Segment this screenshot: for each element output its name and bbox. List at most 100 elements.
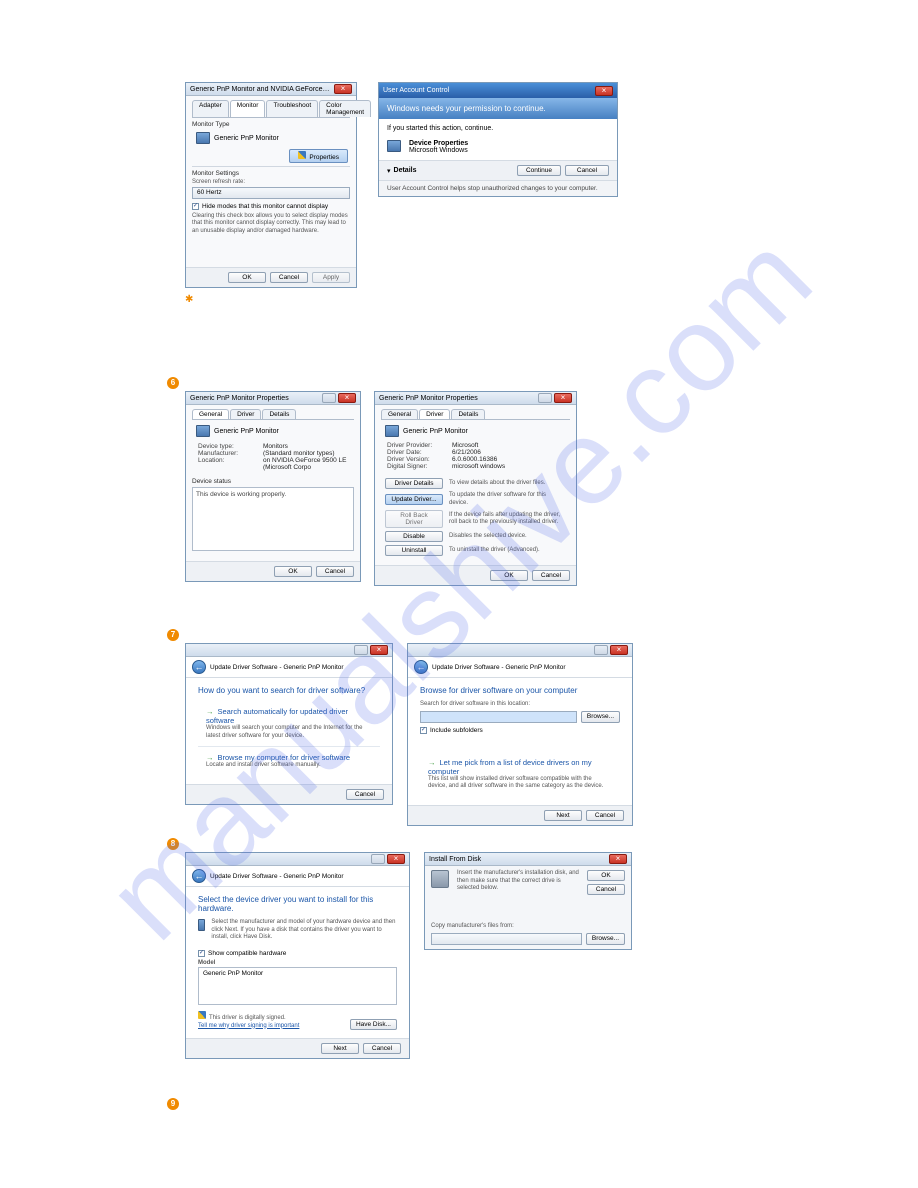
tab-monitor[interactable]: Monitor <box>230 100 266 117</box>
uninstall-button[interactable]: Uninstall <box>385 545 443 556</box>
cancel-button[interactable]: Cancel <box>270 272 308 283</box>
driver-provider-label: Driver Provider: <box>387 442 442 449</box>
titlebar: Generic PnP Monitor Properties × <box>375 392 576 405</box>
breadcrumb: Update Driver Software - Generic PnP Mon… <box>210 664 344 671</box>
cancel-button[interactable]: Cancel <box>316 566 354 577</box>
ok-button[interactable]: OK <box>274 566 312 577</box>
device-status-label: Device status <box>192 478 354 485</box>
tab-adapter[interactable]: Adapter <box>192 100 229 117</box>
min-icon[interactable] <box>371 854 385 864</box>
back-icon[interactable]: ← <box>192 660 206 674</box>
tabstrip: Adapter Monitor Troubleshoot Color Manag… <box>192 100 350 118</box>
ok-button[interactable]: OK <box>228 272 266 283</box>
include-subfolders-checkbox[interactable]: ✓ <box>420 727 427 734</box>
option-heading: Let me pick from a list of device driver… <box>428 758 612 776</box>
option-search-auto[interactable]: Search automatically for updated driver … <box>198 701 380 747</box>
browse-button[interactable]: Browse... <box>581 711 620 723</box>
details-link[interactable]: Details <box>394 167 417 174</box>
tab-color[interactable]: Color Management <box>319 100 371 117</box>
location-combo[interactable] <box>420 711 577 723</box>
close-icon[interactable]: × <box>610 645 628 655</box>
continue-button[interactable]: Continue <box>517 165 561 176</box>
option-desc: This list will show installed driver sof… <box>428 776 612 791</box>
help-icon[interactable] <box>322 393 336 403</box>
chevron-down-icon[interactable]: ▾ <box>387 167 391 175</box>
title-text: Generic PnP Monitor Properties <box>190 395 289 402</box>
next-button[interactable]: Next <box>321 1043 359 1054</box>
option-desc: Windows will search your computer and th… <box>206 725 372 740</box>
cancel-button[interactable]: Cancel <box>346 789 384 800</box>
ok-button[interactable]: OK <box>587 870 625 881</box>
uninstall-desc: To uninstall the driver (Advanced). <box>449 547 540 555</box>
location-value: on NVIDIA GeForce 9500 LE (Microsoft Cor… <box>263 457 348 471</box>
titlebar: × <box>186 644 392 657</box>
close-icon[interactable]: × <box>554 393 572 403</box>
show-compatible-label: Show compatible hardware <box>208 950 286 957</box>
min-icon[interactable] <box>594 645 608 655</box>
option-browse[interactable]: Browse my computer for driver software L… <box>198 747 380 776</box>
wizard-question: How do you want to search for driver sof… <box>198 686 380 695</box>
tab-details[interactable]: Details <box>451 409 485 419</box>
cancel-button[interactable]: Cancel <box>532 570 570 581</box>
close-icon[interactable]: × <box>387 854 405 864</box>
tab-driver[interactable]: Driver <box>419 409 450 419</box>
copy-from-label: Copy manufacturer's files from: <box>431 923 625 931</box>
signing-link[interactable]: Tell me why driver signing is important <box>198 1023 299 1031</box>
model-item[interactable]: Generic PnP Monitor <box>203 970 263 977</box>
cancel-button[interactable]: Cancel <box>363 1043 401 1054</box>
close-icon[interactable]: × <box>334 84 352 94</box>
back-icon[interactable]: ← <box>192 869 206 883</box>
tab-driver[interactable]: Driver <box>230 409 261 419</box>
location-label: Search for driver software in this locat… <box>420 701 620 709</box>
titlebar: × <box>186 853 409 866</box>
rollback-driver-button[interactable]: Roll Back Driver <box>385 510 443 528</box>
app-icon <box>387 140 401 152</box>
properties-button[interactable]: Properties <box>289 149 348 163</box>
shield-icon <box>298 151 306 159</box>
have-disk-button[interactable]: Have Disk... <box>350 1019 397 1030</box>
tab-general[interactable]: General <box>381 409 418 419</box>
cancel-button[interactable]: Cancel <box>587 884 625 895</box>
next-button[interactable]: Next <box>544 810 582 821</box>
device-type-value: Monitors <box>263 443 288 450</box>
manufacturer-value: (Standard monitor types) <box>263 450 335 457</box>
update-driver-desc: To update the driver software for this d… <box>449 492 566 507</box>
ok-button[interactable]: OK <box>490 570 528 581</box>
tab-details[interactable]: Details <box>262 409 296 419</box>
show-compatible-checkbox[interactable]: ✓ <box>198 950 205 957</box>
disable-button[interactable]: Disable <box>385 531 443 542</box>
close-icon[interactable]: × <box>370 645 388 655</box>
cancel-button[interactable]: Cancel <box>586 810 624 821</box>
cancel-button[interactable]: Cancel <box>565 165 609 176</box>
model-list[interactable]: Generic PnP Monitor <box>198 967 397 1005</box>
option-desc: Locate and install driver software manua… <box>206 762 372 770</box>
option-heading: Search automatically for updated driver … <box>206 707 372 725</box>
monitor-type-label: Monitor Type <box>192 121 350 128</box>
back-icon[interactable]: ← <box>414 660 428 674</box>
monitor-icon <box>385 425 399 437</box>
refresh-rate-select[interactable]: 60 Hertz <box>192 187 350 199</box>
option-pick-from-list[interactable]: Let me pick from a list of device driver… <box>420 752 620 797</box>
help-icon[interactable] <box>538 393 552 403</box>
tab-general[interactable]: General <box>192 409 229 419</box>
hide-modes-checkbox[interactable]: ✓ <box>192 203 199 210</box>
uac-dialog: User Account Control × Windows needs you… <box>378 82 618 197</box>
title-text: Install From Disk <box>429 856 481 863</box>
titlebar: Generic PnP Monitor and NVIDIA GeForce 9… <box>186 83 356 96</box>
device-type-label: Device type: <box>198 443 253 450</box>
close-icon[interactable]: × <box>595 86 613 96</box>
title-text: Generic PnP Monitor Properties <box>379 395 478 402</box>
apply-button[interactable]: Apply <box>312 272 350 283</box>
driver-details-button[interactable]: Driver Details <box>385 478 443 489</box>
close-icon[interactable]: × <box>338 393 356 403</box>
browse-button[interactable]: Browse... <box>586 933 625 945</box>
breadcrumb: Update Driver Software - Generic PnP Mon… <box>210 873 344 880</box>
update-driver-button[interactable]: Update Driver... <box>385 494 443 505</box>
tab-troubleshoot[interactable]: Troubleshoot <box>266 100 318 117</box>
title-text: User Account Control <box>383 87 449 94</box>
close-icon[interactable]: × <box>609 854 627 864</box>
step-8: 8 <box>167 838 179 850</box>
min-icon[interactable] <box>354 645 368 655</box>
step-9: 9 <box>167 1098 179 1110</box>
copy-from-combo[interactable] <box>431 933 582 945</box>
